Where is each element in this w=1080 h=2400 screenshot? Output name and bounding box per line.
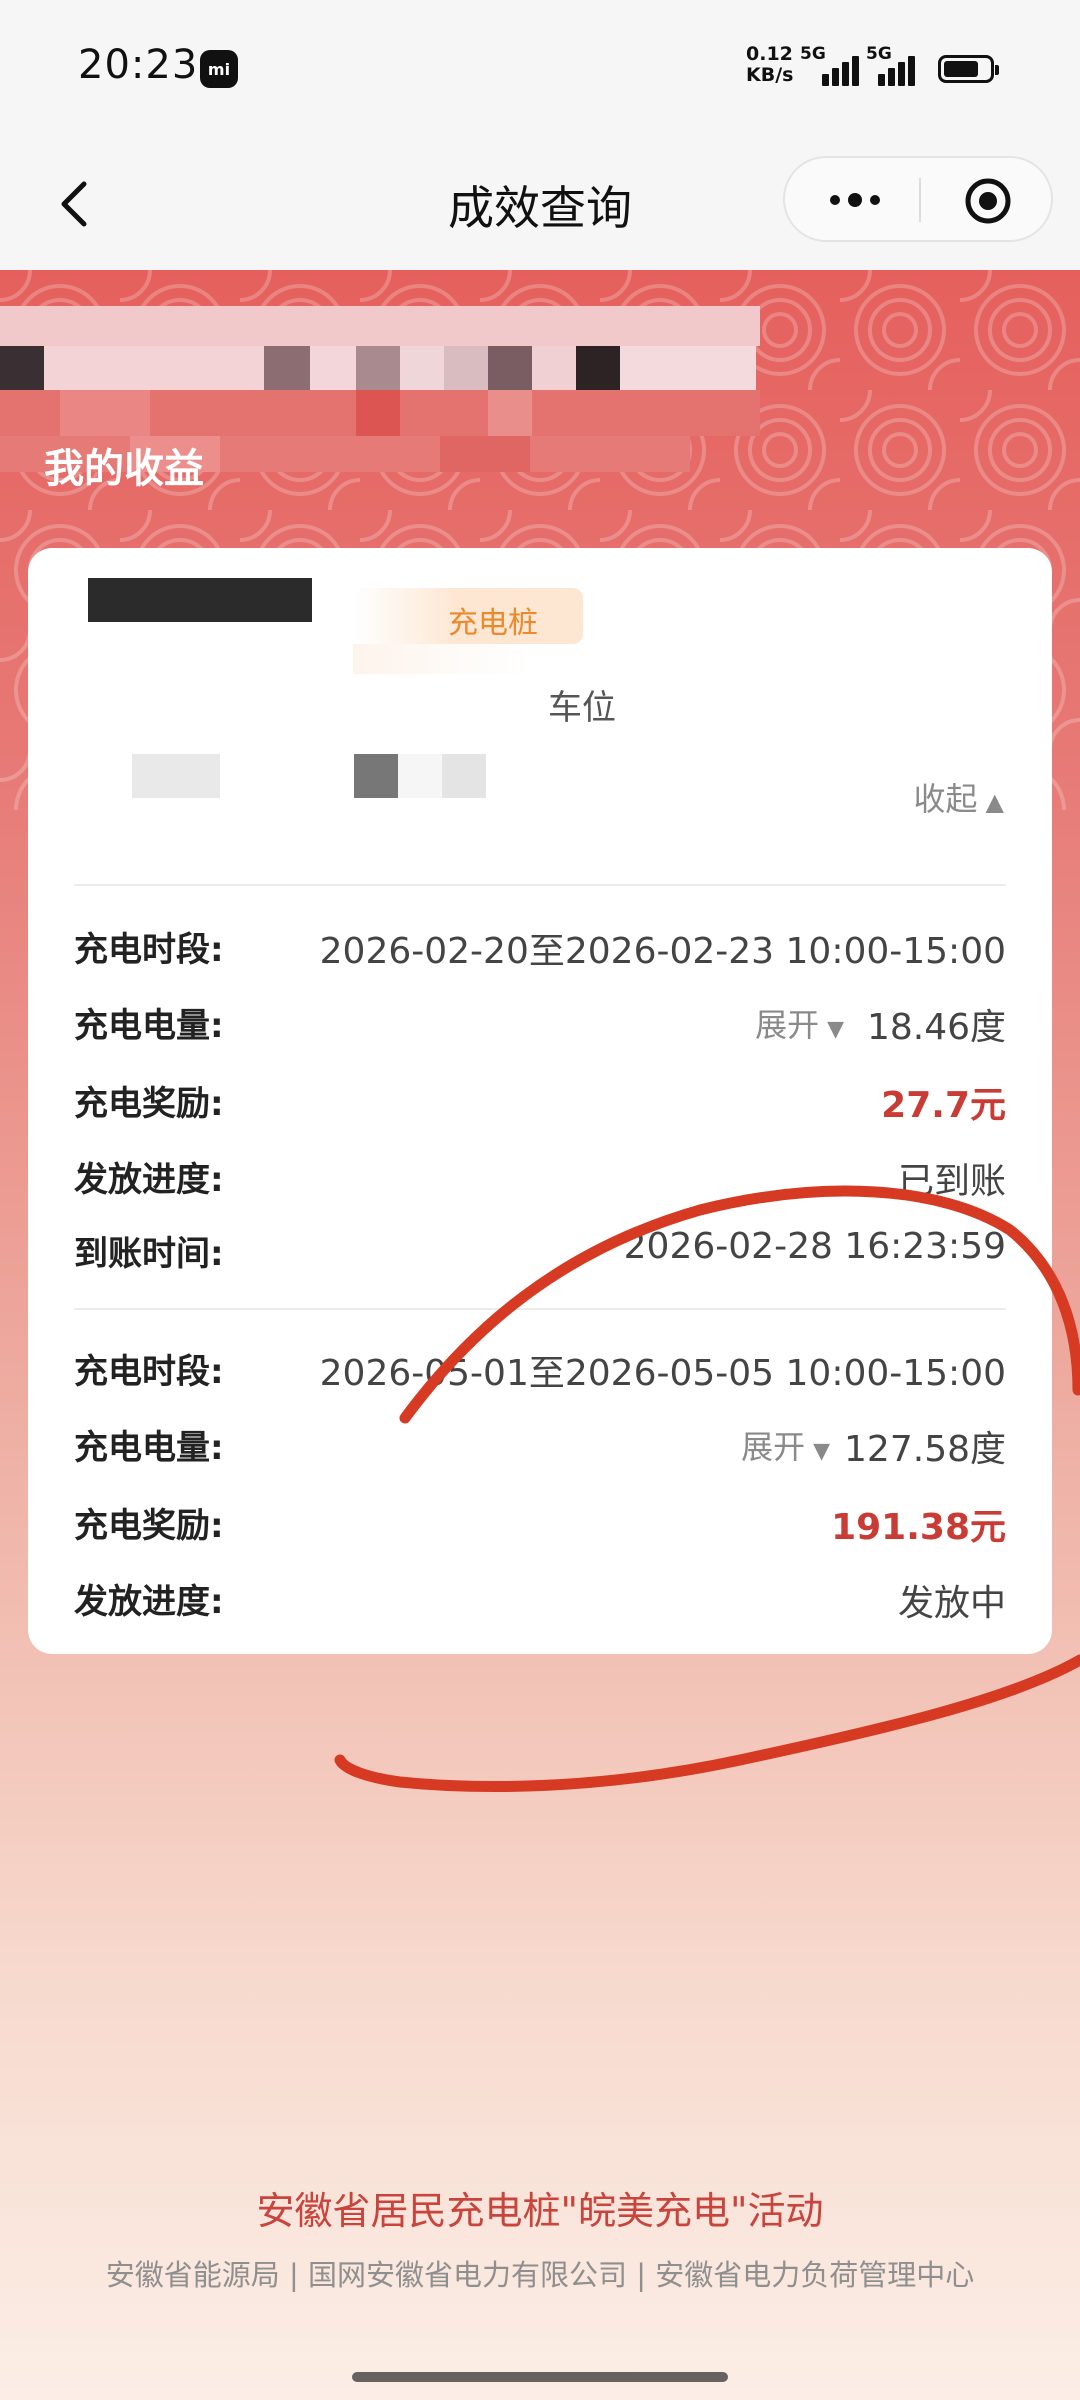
home-indicator[interactable] xyxy=(352,2372,728,2382)
record-1-period-row: 充电时段: 2026-02-20至2026-02-23 10:00-15:00 xyxy=(74,916,1006,976)
progress-label: 发放进度: xyxy=(74,1582,224,1622)
status-bar: 20:23 mi 0.12 KB/s 5G 5G xyxy=(0,0,1080,138)
record-2-period-row: 充电时段: 2026-05-01至2026-05-05 10:00-15:00 xyxy=(74,1338,1006,1398)
record-2-progress-row: 发放进度: 发放中 xyxy=(74,1568,1006,1628)
target-icon[interactable] xyxy=(963,176,1013,226)
expand-toggle[interactable]: 展开 ▼ xyxy=(741,1422,830,1468)
record-2-reward-row: 充电奖励: 191.38元 xyxy=(74,1492,1006,1552)
triangle-down-icon: ▼ xyxy=(813,1439,830,1464)
status-time: 20:23 xyxy=(78,42,199,88)
divider xyxy=(74,1308,1006,1310)
reward-value: 27.7元 xyxy=(881,1085,1006,1126)
progress-value: 已到账 xyxy=(897,1161,1006,1202)
sim2-network-label: 5G xyxy=(866,44,892,64)
period-label: 充电时段: xyxy=(74,1352,224,1392)
battery-icon xyxy=(938,55,999,83)
period-value: 2026-05-01至2026-05-05 10:00-15:00 xyxy=(319,1353,1006,1394)
organizers: 安徽省能源局 | 国网安徽省电力有限公司 | 安徽省电力负荷管理中心 xyxy=(105,2258,975,2292)
network-speed: 0.12 KB/s xyxy=(746,44,793,86)
record-1-progress-row: 发放进度: 已到账 xyxy=(74,1146,1006,1206)
redacted-block xyxy=(132,754,220,798)
record-1-reward-row: 充电奖励: 27.7元 xyxy=(74,1070,1006,1130)
energy-label: 充电电量: xyxy=(74,1006,224,1046)
energy-label: 充电电量: xyxy=(74,1428,224,1468)
more-icon[interactable] xyxy=(825,180,885,220)
reward-value: 191.38元 xyxy=(831,1507,1006,1548)
arrival-label: 到账时间: xyxy=(74,1234,224,1274)
sim1-network-label: 5G xyxy=(800,44,826,64)
record-2-energy-row: 充电电量: 展开 ▼ 127.58度 xyxy=(74,1414,1006,1474)
triangle-down-icon: ▼ xyxy=(827,1017,844,1042)
record-1-energy-row: 充电电量: 展开 ▼ 18.46度 xyxy=(74,992,1006,1052)
expand-label: 展开 xyxy=(755,1006,820,1044)
expand-toggle[interactable]: 展开 ▼ xyxy=(755,1000,844,1046)
period-label: 充电时段: xyxy=(74,930,224,970)
earnings-card: 充电桩 车位 收起 ▲ 充电时段: 2026-02-20至2026-02-23 1… xyxy=(28,548,1052,1654)
miniprogram-capsule xyxy=(783,156,1053,242)
campaign-title: 安徽省居民充电桩"皖美充电"活动 xyxy=(256,2189,824,2233)
arrival-value: 2026-02-28 16:23:59 xyxy=(623,1226,1006,1267)
collapse-label: 收起 xyxy=(913,780,978,818)
triangle-up-icon: ▲ xyxy=(985,788,1004,816)
energy-value: 127.58度 xyxy=(844,1429,1006,1470)
period-value: 2026-02-20至2026-02-23 10:00-15:00 xyxy=(319,931,1006,972)
energy-value: 18.46度 xyxy=(866,1007,1006,1048)
tag-label: 充电桩 xyxy=(448,606,538,641)
redacted-name xyxy=(88,578,312,622)
navigation-bar: 成效查询 xyxy=(0,138,1080,270)
redacted-block xyxy=(354,754,398,798)
network-speed-value: 0.12 xyxy=(746,43,793,65)
progress-value: 发放中 xyxy=(897,1583,1006,1624)
progress-label: 发放进度: xyxy=(74,1160,224,1200)
reward-label: 充电奖励: xyxy=(74,1084,224,1124)
mi-icon: mi xyxy=(200,50,238,88)
divider xyxy=(74,884,1006,886)
section-title: 我的收益 xyxy=(44,446,204,492)
parking-space-label: 车位 xyxy=(548,688,616,728)
record-1-arrival-row: 到账时间: 2026-02-28 16:23:59 xyxy=(74,1220,1006,1280)
expand-label: 展开 xyxy=(741,1428,806,1466)
collapse-toggle[interactable]: 收起 ▲ xyxy=(914,774,1004,820)
reward-label: 充电奖励: xyxy=(74,1506,224,1546)
network-speed-unit: KB/s xyxy=(746,64,794,86)
